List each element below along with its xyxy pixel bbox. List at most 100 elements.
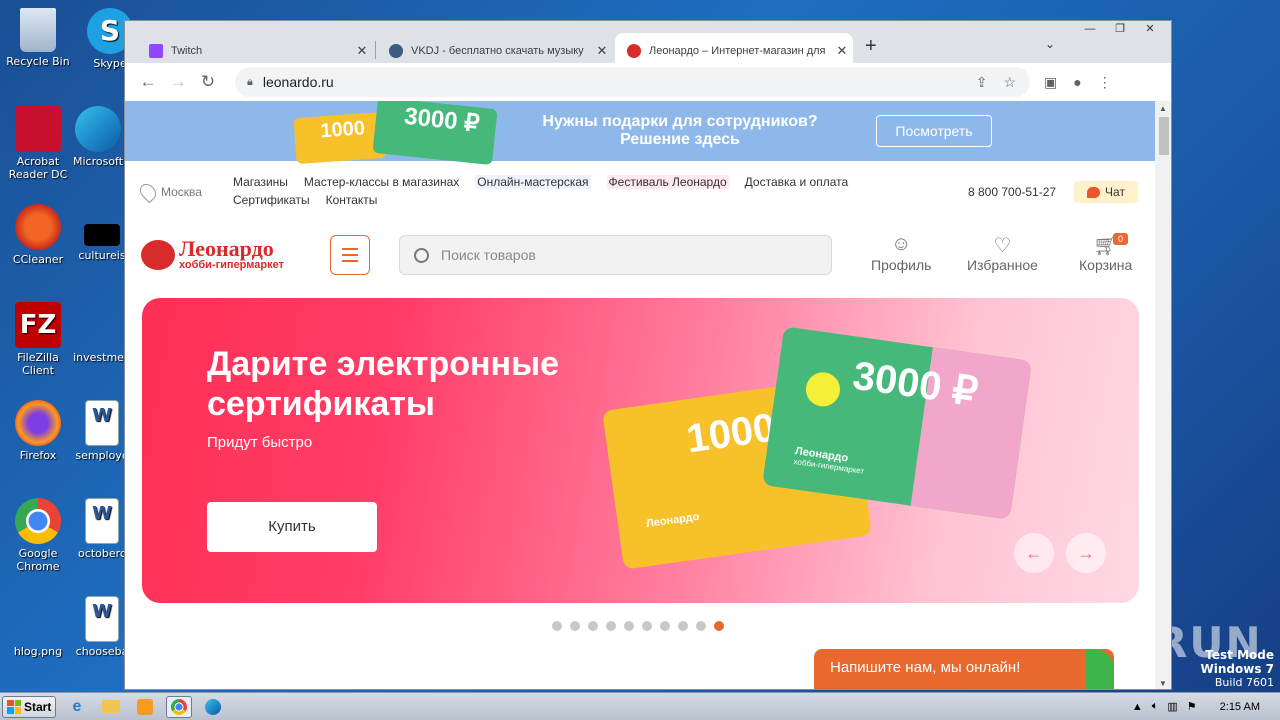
page-viewport: 1000 3000 ₽ Нужны подарки для сотруднико… xyxy=(125,101,1155,689)
promo-cards-illustration: 1000 3000 ₽ xyxy=(293,101,498,166)
leonardo-logo[interactable]: Леонардо хобби-гипермаркет xyxy=(141,238,284,271)
ccleaner-icon xyxy=(15,204,61,250)
lock-icon: 🔒︎ xyxy=(247,75,253,88)
city-selector[interactable]: Москва xyxy=(136,180,202,204)
desktop-icon-recycle-bin[interactable]: Recycle Bin xyxy=(0,8,76,68)
nav-link-certificates[interactable]: Сертификаты xyxy=(233,193,310,207)
slider-dot[interactable] xyxy=(606,621,616,631)
slider-dots xyxy=(552,621,724,631)
slider-dot[interactable] xyxy=(660,621,670,631)
media-player-icon[interactable] xyxy=(132,696,158,718)
twitch-icon xyxy=(149,44,163,58)
firefox-icon xyxy=(15,400,61,446)
nav-link-delivery[interactable]: Доставка и оплата xyxy=(745,175,849,189)
slider-dot[interactable] xyxy=(552,621,562,631)
banner-subtitle: Придут быстро xyxy=(207,434,313,451)
nav-link-festival[interactable]: Фестиваль Леонардо xyxy=(606,175,729,189)
back-arrow-icon[interactable]: ← xyxy=(133,72,163,92)
search-icon xyxy=(414,247,429,263)
location-pin-icon xyxy=(136,180,160,204)
promo-text: Нужны подарки для сотрудников? Решение з… xyxy=(542,113,818,148)
whatsapp-icon[interactable] xyxy=(1086,649,1114,689)
minimize-button[interactable]: — xyxy=(1075,21,1105,39)
tab-search-chevron-down-icon[interactable]: ⌄ xyxy=(1045,37,1055,51)
promo-card-big: 3000 ₽ xyxy=(372,101,498,166)
file-icon xyxy=(84,224,120,246)
cart-button[interactable]: 🛒︎ Корзина 0 xyxy=(1079,233,1132,273)
promo-banner[interactable]: 1000 3000 ₽ Нужны подарки для сотруднико… xyxy=(125,101,1155,166)
phone-number[interactable]: 8 800 700-51-27 xyxy=(968,185,1056,199)
card-logo: Леонардо xyxy=(645,510,701,531)
filezilla-icon: FZ xyxy=(15,302,61,348)
slider-dot[interactable] xyxy=(642,621,652,631)
close-window-button[interactable]: ✕ xyxy=(1135,21,1165,39)
slider-dot[interactable] xyxy=(570,621,580,631)
next-slide-arrow-icon[interactable]: → xyxy=(1066,533,1106,573)
clock[interactable]: 2:15 AM xyxy=(1220,701,1260,713)
close-tab-icon[interactable]: ✕ xyxy=(591,43,613,59)
word-doc-icon: W xyxy=(85,400,119,446)
nav-link-stores[interactable]: Магазины xyxy=(233,175,288,189)
buy-button[interactable]: Купить xyxy=(207,502,377,552)
chat-button[interactable]: Чат xyxy=(1074,181,1138,203)
forward-arrow-icon[interactable]: → xyxy=(163,72,193,92)
flag-icon[interactable]: ⚑ xyxy=(1187,700,1197,713)
nav-link-contacts[interactable]: Контакты xyxy=(326,193,378,207)
online-chat-popup[interactable]: Напишите нам, мы онлайн! xyxy=(814,649,1114,689)
reload-icon[interactable]: ↻ xyxy=(193,72,223,92)
side-panel-icon[interactable]: ▣ xyxy=(1044,74,1057,91)
profile-avatar-icon[interactable]: ● xyxy=(1073,74,1081,91)
share-icon[interactable]: ⇪ xyxy=(976,74,988,91)
maximize-button[interactable]: ❐ xyxy=(1105,21,1135,39)
hero-banner[interactable]: Дарите электронные сертификаты Придут бы… xyxy=(142,298,1139,603)
slider-dot[interactable] xyxy=(678,621,688,631)
promo-view-button[interactable]: Посмотреть xyxy=(876,115,992,147)
bookmark-star-icon[interactable]: ☆ xyxy=(1003,74,1016,91)
ie-taskbar-icon[interactable]: e xyxy=(64,696,90,718)
prev-slide-arrow-icon[interactable]: ← xyxy=(1014,533,1054,573)
card-logo: Леонардо хобби-гипермаркет xyxy=(793,445,865,476)
word-doc-icon: W xyxy=(85,498,119,544)
hamburger-icon xyxy=(342,248,358,250)
nav-link-master-classes[interactable]: Мастер-классы в магазинах xyxy=(304,175,459,189)
slider-dot[interactable] xyxy=(696,621,706,631)
gift-card-green: 3000 ₽ Леонардо хобби-гипермаркет xyxy=(762,326,1032,520)
menu-kebab-icon[interactable]: ⋮ xyxy=(1098,74,1112,91)
palette-logo-icon xyxy=(141,240,175,270)
explorer-folder-icon[interactable] xyxy=(98,696,124,718)
promo-card-small: 1000 xyxy=(293,111,387,165)
chrome-taskbar-icon[interactable] xyxy=(166,695,192,718)
page-scrollbar[interactable]: ▲ ▼ xyxy=(1155,101,1171,689)
top-nav: Москва Магазины Мастер-классы в магазина… xyxy=(125,161,1155,217)
tray-expand-icon[interactable]: ▲ xyxy=(1132,701,1143,713)
scroll-up-icon[interactable]: ▲ xyxy=(1159,104,1167,113)
close-tab-icon[interactable]: ✕ xyxy=(351,43,373,59)
url-text: leonardo.ru xyxy=(262,74,334,90)
acrobat-icon xyxy=(15,106,61,152)
favorites-button[interactable]: ♡ Избранное xyxy=(967,233,1038,273)
heart-icon: ♡ xyxy=(993,235,1012,257)
close-tab-icon[interactable]: ✕ xyxy=(831,43,853,59)
site-header: Леонардо хобби-гипермаркет Поиск товаров… xyxy=(125,217,1155,297)
slider-dot[interactable] xyxy=(588,621,598,631)
chrome-icon xyxy=(15,498,61,544)
start-button[interactable]: Start xyxy=(2,695,56,718)
slider-dot[interactable] xyxy=(624,621,634,631)
volume-icon[interactable]: 🔈︎ xyxy=(1152,700,1159,713)
tab-separator xyxy=(375,41,376,59)
profile-button[interactable]: ☺ Профиль xyxy=(871,233,931,273)
search-input[interactable]: Поиск товаров xyxy=(399,235,832,275)
edge-taskbar-icon[interactable] xyxy=(200,696,226,718)
network-icon[interactable]: ▥ xyxy=(1167,700,1177,713)
scrollbar-thumb[interactable] xyxy=(1159,117,1169,155)
catalog-menu-button[interactable] xyxy=(330,235,370,275)
new-tab-button[interactable]: + xyxy=(865,35,877,58)
nav-link-online-workshop[interactable]: Онлайн-мастерская xyxy=(475,175,591,189)
slider-dot-active[interactable] xyxy=(714,621,724,631)
scroll-down-icon[interactable]: ▼ xyxy=(1159,679,1167,688)
address-bar[interactable]: 🔒︎ leonardo.ru ⇪ ☆ xyxy=(235,67,1030,97)
test-mode-notice: Test Mode Windows 7 Build 7601 xyxy=(1200,648,1274,689)
leonardo-favicon-icon xyxy=(627,44,641,58)
nav-links-row-1: Магазины Мастер-классы в магазинах Онлай… xyxy=(233,175,848,189)
search-placeholder: Поиск товаров xyxy=(441,247,536,263)
